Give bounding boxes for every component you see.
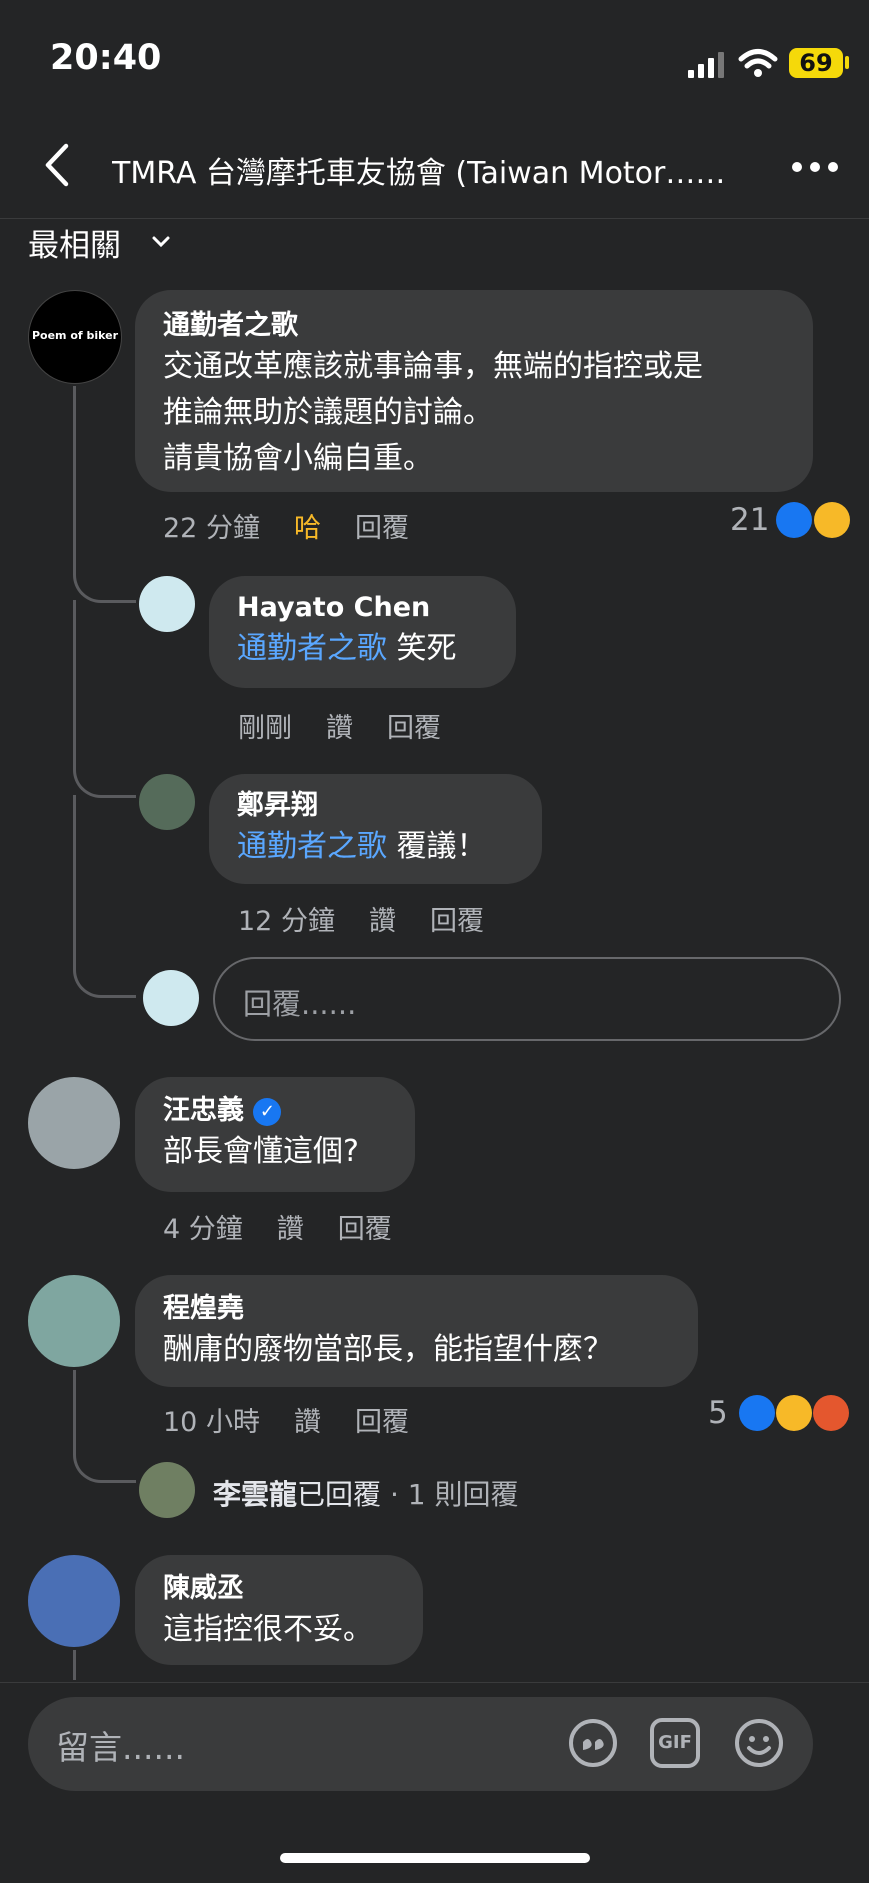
comment-placeholder: 留言...... — [56, 1728, 185, 1767]
battery-tip — [845, 56, 849, 69]
avatar-sticker-icon[interactable] — [566, 1716, 620, 1770]
battery-level: 69 — [789, 48, 843, 78]
comment-time: 4 分鐘 — [163, 1214, 243, 1245]
commenter-name[interactable]: 通勤者之歌 — [163, 308, 785, 344]
commenter-name-text: 汪忠義 — [163, 1095, 244, 1126]
thread-branch — [73, 735, 136, 798]
haha-reaction-icon — [814, 502, 850, 538]
comment-line: 推論無助於議題的討論。 — [163, 395, 493, 430]
like-button[interactable]: 讚 — [369, 906, 396, 937]
home-indicator — [280, 1853, 590, 1863]
comment-bubble[interactable]: 程煌堯 酬庸的廢物當部長，能指望什麼？ — [135, 1275, 698, 1387]
comment-time: 10 小時 — [163, 1407, 260, 1438]
reply-bubble[interactable]: 鄭昇翔 通勤者之歌 覆議！ — [209, 774, 542, 884]
thread-reply-count: · 1 則回覆 — [389, 1478, 519, 1511]
reply-time: 剛剛 — [238, 713, 292, 744]
avatar-logo-text: Poem of biker — [31, 329, 119, 342]
wifi-icon — [738, 49, 778, 77]
chevron-down-icon[interactable] — [150, 230, 172, 252]
like-reaction-icon — [776, 502, 812, 538]
replier-name[interactable]: Hayato Chen — [237, 590, 488, 626]
like-button[interactable]: 讚 — [326, 713, 353, 744]
thread-branch — [73, 1420, 136, 1483]
commenter-name[interactable]: 陳威丞 — [163, 1571, 395, 1607]
reply-button[interactable]: 回覆 — [355, 1407, 409, 1438]
reaction-count: 21 — [730, 502, 770, 538]
reply-button[interactable]: 回覆 — [430, 906, 484, 937]
verified-badge-icon: ✓ — [253, 1097, 282, 1126]
avatar[interactable] — [139, 774, 195, 830]
avatar[interactable]: Poem of biker — [28, 290, 122, 384]
more-options-icon[interactable] — [790, 152, 840, 182]
reply-button[interactable]: 回覆 — [338, 1214, 392, 1245]
emoji-icon[interactable] — [732, 1716, 786, 1770]
back-arrow-icon[interactable] — [38, 140, 78, 190]
replier-name[interactable]: 鄭昇翔 — [237, 788, 514, 824]
view-replies-link[interactable]: 李雲龍已回覆 · 1 則回覆 — [213, 1473, 518, 1513]
reply-meta: 剛剛 讚 回覆 — [238, 706, 475, 745]
like-button[interactable]: 讚 — [294, 1407, 321, 1438]
haha-reaction-icon — [776, 1395, 812, 1431]
comment-meta: 4 分鐘 讚 回覆 — [163, 1207, 426, 1246]
reply-meta: 12 分鐘 讚 回覆 — [238, 899, 518, 938]
reply-time: 12 分鐘 — [238, 906, 335, 937]
avatar[interactable] — [28, 1077, 120, 1169]
thread-line — [73, 795, 76, 945]
avatar[interactable] — [139, 576, 195, 632]
reply-button[interactable]: 回覆 — [387, 713, 441, 744]
avatar[interactable] — [28, 1275, 120, 1367]
angry-reaction-icon — [813, 1395, 849, 1431]
comment-line: 請貴協會小編自重。 — [163, 441, 433, 476]
commenter-name[interactable]: 汪忠義 ✓ — [163, 1093, 387, 1129]
gif-icon[interactable]: GIF — [650, 1718, 700, 1768]
commenter-name[interactable]: 程煌堯 — [163, 1291, 670, 1327]
reply-text: 覆議！ — [396, 829, 487, 864]
reply-text: 笑死 — [396, 631, 457, 666]
like-button[interactable]: 讚 — [277, 1214, 304, 1245]
comment-text: 酬庸的廢物當部長，能指望什麼？ — [163, 1332, 613, 1367]
comment-meta: 22 分鐘 哈 回覆 — [163, 506, 443, 545]
comment-line: 交通改革應該就事論事，無端的指控或是 — [163, 349, 703, 384]
mention-link[interactable]: 通勤者之歌 — [237, 631, 387, 666]
comment-text: 部長會懂這個? — [163, 1134, 359, 1169]
like-reaction-icon — [739, 1395, 775, 1431]
signal-icon — [688, 52, 724, 78]
comment-time: 22 分鐘 — [163, 513, 260, 544]
page-title: TMRA 台灣摩托車友協會 (Taiwan Motor…… — [112, 156, 726, 191]
comment-bubble[interactable]: 陳威丞 這指控很不妥。 — [135, 1555, 423, 1665]
sort-dropdown[interactable]: 最相關 — [28, 220, 121, 265]
thread-replier-name: 李雲龍 — [213, 1478, 298, 1511]
reaction-button[interactable]: 哈 — [294, 513, 321, 544]
reply-input[interactable]: 回覆...... — [213, 957, 841, 1041]
avatar — [143, 970, 199, 1026]
thread-replied-label: 已回覆 — [297, 1478, 382, 1511]
comment-bubble[interactable]: 汪忠義 ✓ 部長會懂這個? — [135, 1077, 415, 1192]
reaction-count: 5 — [708, 1395, 728, 1431]
thread-line — [73, 386, 76, 566]
reply-bubble[interactable]: Hayato Chen 通勤者之歌 笑死 — [209, 576, 516, 688]
status-time: 20:40 — [50, 38, 162, 78]
avatar[interactable] — [139, 1462, 195, 1518]
avatar[interactable] — [28, 1555, 120, 1647]
thread-branch — [73, 935, 136, 998]
comment-text: 這指控很不妥。 — [163, 1612, 373, 1647]
comment-meta: 10 小時 讚 回覆 — [163, 1400, 443, 1439]
thread-branch — [73, 540, 136, 603]
mention-link[interactable]: 通勤者之歌 — [237, 829, 387, 864]
thread-line — [73, 1650, 76, 1680]
reply-placeholder: 回覆...... — [243, 987, 357, 1021]
reply-button[interactable]: 回覆 — [355, 513, 409, 544]
comment-bubble[interactable]: 通勤者之歌 交通改革應該就事論事，無端的指控或是 推論無助於議題的討論。 請貴協… — [135, 290, 813, 492]
